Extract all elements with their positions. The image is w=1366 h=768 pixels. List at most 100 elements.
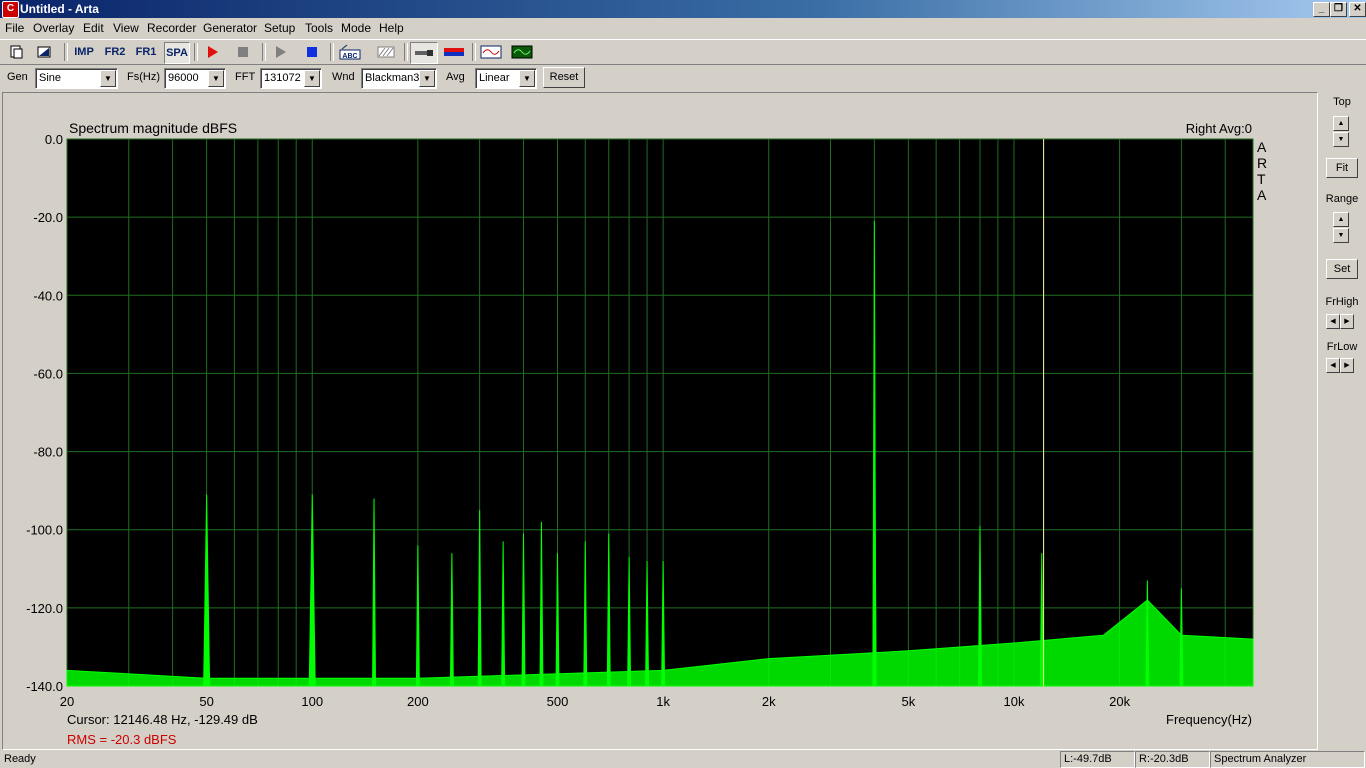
close-button[interactable]: ✕	[1349, 2, 1366, 17]
abc-label-icon: ABC	[339, 44, 361, 60]
menu-mode[interactable]: Mode	[341, 21, 371, 35]
x-tick-label: 50	[199, 694, 213, 709]
scope-icon	[511, 45, 533, 59]
frlow-right-button[interactable]: ▶	[1340, 358, 1354, 373]
status-right-level: R:-20.3dB	[1135, 751, 1210, 768]
status-ready: Ready	[4, 753, 36, 765]
range-up-button[interactable]: ▲	[1333, 212, 1349, 227]
fr1-mode-button[interactable]: FR1	[133, 42, 159, 62]
x-axis-label: Frequency(Hz)	[1166, 712, 1252, 727]
toolbar-separator	[404, 43, 408, 61]
menu-bar: File Overlay Edit View Recorder Generato…	[0, 18, 1366, 38]
toolbar-separator	[472, 43, 476, 61]
frhigh-left-button[interactable]: ◀	[1326, 314, 1340, 329]
status-bar: Ready L:-49.7dB R:-20.3dB Spectrum Analy…	[0, 750, 1366, 768]
chevron-down-icon: ▼	[100, 70, 116, 87]
x-tick-label: 20k	[1109, 694, 1130, 709]
level-meter-button[interactable]	[441, 42, 467, 62]
play-button[interactable]	[268, 42, 292, 62]
window-value: Blackman3	[365, 72, 420, 84]
y-tick-label: -20.0	[33, 210, 63, 225]
impulse-mode-button[interactable]: IMP	[70, 42, 98, 62]
reset-button[interactable]: Reset	[543, 67, 585, 88]
frlow-label: FrLow	[1326, 341, 1358, 353]
spectrum-chart[interactable]: Spectrum magnitude dBFS Right Avg:0 0.0 -…	[3, 93, 1317, 749]
menu-help[interactable]: Help	[379, 21, 404, 35]
menu-overlay[interactable]: Overlay	[33, 21, 74, 35]
frhigh-label: FrHigh	[1325, 296, 1359, 308]
signal-generator-button[interactable]	[478, 42, 504, 62]
menu-view[interactable]: View	[113, 21, 139, 35]
y-tick-label: -80.0	[33, 445, 63, 460]
app-icon[interactable]: C	[2, 1, 19, 18]
y-tick-label: 0.0	[45, 132, 63, 147]
frlow-left-button[interactable]: ◀	[1326, 358, 1340, 373]
restore-button[interactable]: ❐	[1330, 2, 1347, 17]
set-button[interactable]: Set	[1326, 259, 1358, 279]
fr2-mode-button[interactable]: FR2	[102, 42, 128, 62]
new-file-button[interactable]	[4, 42, 28, 62]
stop-blue-icon	[307, 47, 317, 57]
y-tick-label: -60.0	[33, 366, 63, 381]
fft-size-select[interactable]: 131072 ▼	[260, 68, 322, 89]
window-title: Untitled - Arta	[20, 2, 99, 16]
x-tick-label: 5k	[901, 694, 915, 709]
x-tick-label: 1k	[656, 694, 670, 709]
chevron-down-icon: ▼	[304, 70, 320, 87]
averaging-select[interactable]: Linear ▼	[475, 68, 537, 89]
scope-button[interactable]	[509, 42, 535, 62]
signal-generator-icon	[480, 45, 502, 59]
menu-file[interactable]: File	[5, 21, 24, 35]
y-tick-label: -100.0	[26, 523, 63, 538]
copy-graph-button[interactable]	[374, 42, 398, 62]
generator-select[interactable]: Sine ▼	[35, 68, 118, 89]
toolbar-separator	[262, 43, 266, 61]
svg-text:ABC: ABC	[342, 53, 357, 60]
stop-button[interactable]	[300, 42, 324, 62]
gen-label: Gen	[7, 71, 28, 83]
generator-value: Sine	[39, 72, 62, 84]
minimize-button[interactable]: _	[1313, 2, 1330, 17]
menu-setup[interactable]: Setup	[264, 21, 295, 35]
range-label: Range	[1325, 193, 1359, 205]
window-select[interactable]: Blackman3 ▼	[361, 68, 437, 89]
chevron-down-icon: ▼	[519, 70, 535, 87]
new-file-icon	[10, 45, 23, 59]
overlay-icon	[37, 46, 51, 58]
stop-record-button[interactable]	[231, 42, 255, 62]
title-bar: C Untitled - Arta _ ❐ ✕	[0, 0, 1366, 18]
menu-tools[interactable]: Tools	[305, 21, 333, 35]
record-button[interactable]	[200, 42, 224, 62]
top-down-button[interactable]: ▼	[1333, 132, 1349, 147]
status-mode: Spectrum Analyzer	[1210, 751, 1365, 768]
menu-edit[interactable]: Edit	[83, 21, 104, 35]
channel-info: Right Avg:0	[1186, 121, 1252, 136]
toolbar-separator	[194, 43, 198, 61]
stop-icon	[238, 47, 248, 57]
toolbar-separator	[64, 43, 68, 61]
wnd-label: Wnd	[332, 71, 355, 83]
spectrum-mode-button[interactable]: SPA	[164, 42, 190, 64]
x-tick-label: 2k	[762, 694, 776, 709]
sample-rate-select[interactable]: 96000 ▼	[164, 68, 226, 89]
top-label: Top	[1333, 96, 1351, 108]
annotate-button[interactable]: ABC	[337, 42, 363, 62]
x-tick-label: 500	[547, 694, 569, 709]
y-axis-ticks: 0.0 -20.0 -40.0 -60.0 -80.0 -100.0 -120.0 -140.…	[26, 132, 63, 694]
fft-label: FFT	[235, 71, 256, 83]
plot-panel: Spectrum magnitude dBFS Right Avg:0 0.0 -…	[2, 92, 1318, 750]
fit-button[interactable]: Fit	[1326, 158, 1358, 178]
top-up-button[interactable]: ▲	[1333, 116, 1349, 131]
chevron-down-icon: ▼	[208, 70, 224, 87]
probe-button[interactable]	[410, 42, 438, 64]
overlay-button[interactable]	[32, 42, 56, 62]
brand-letter: A	[1257, 139, 1267, 155]
range-down-button[interactable]: ▼	[1333, 228, 1349, 243]
fft-size-value: 131072	[264, 72, 301, 84]
menu-recorder[interactable]: Recorder	[147, 21, 196, 35]
averaging-value: Linear	[479, 72, 510, 84]
frhigh-right-button[interactable]: ▶	[1340, 314, 1354, 329]
menu-generator[interactable]: Generator	[203, 21, 257, 35]
plot-area[interactable]	[67, 139, 1253, 686]
hatched-graph-icon	[377, 46, 395, 58]
